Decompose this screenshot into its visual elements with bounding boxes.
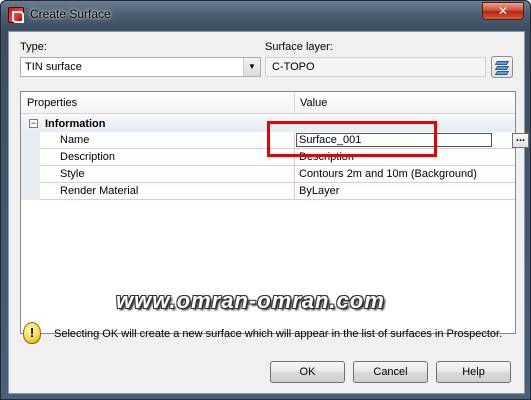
info-icon: ! [23, 322, 41, 344]
property-name: Style [60, 168, 85, 180]
window-title: Create Surface [30, 7, 111, 21]
ellipsis-button[interactable]: ... [512, 133, 529, 148]
property-row-style[interactable]: Style Contours 2m and 10m (Background) [40, 166, 515, 183]
layers-icon [494, 61, 510, 65]
info-message: Selecting OK will create a new surface w… [54, 328, 503, 340]
watermark: www.omran-omran.com [116, 288, 385, 313]
help-button[interactable]: Help [436, 361, 511, 383]
column-separator[interactable] [294, 92, 295, 114]
property-row-render-material[interactable]: Render Material ByLayer [40, 183, 515, 200]
property-value[interactable]: Contours 2m and 10m (Background) [299, 168, 477, 180]
value-column-header[interactable]: Value [300, 97, 327, 109]
cancel-button[interactable]: Cancel [353, 361, 428, 383]
layers-icon-mid [494, 66, 510, 70]
value-separator [294, 183, 295, 200]
surface-layer-label: Surface layer: [265, 41, 333, 53]
layers-icon-bottom [494, 71, 510, 75]
app-icon [8, 7, 24, 23]
annotation-highlight-box [267, 121, 437, 157]
type-dropdown[interactable]: TIN surface ▼ [20, 57, 261, 77]
ok-button[interactable]: OK [270, 361, 345, 383]
type-label: Type: [20, 41, 47, 53]
close-button[interactable]: ✕ [482, 2, 524, 20]
dialog-client: Type: TIN surface ▼ Surface layer: C-TOP… [8, 31, 529, 394]
collapse-icon[interactable]: − [29, 119, 38, 128]
dialog-window: Create Surface ✕ Type: TIN surface ▼ Sur… [0, 0, 531, 400]
chevron-down-icon[interactable]: ▼ [243, 58, 260, 76]
value-separator [294, 166, 295, 183]
property-value[interactable]: ByLayer [299, 185, 339, 197]
grid-header: Properties Value [21, 92, 515, 114]
surface-layer-value: C-TOPO [272, 61, 315, 73]
properties-column-header[interactable]: Properties [27, 97, 77, 109]
title-bar[interactable]: Create Surface ✕ [1, 1, 530, 29]
property-name: Name [60, 134, 90, 146]
row-indent-strip [21, 132, 40, 200]
property-name: Description [60, 151, 116, 163]
property-name: Render Material [60, 185, 139, 197]
layer-select-button[interactable] [491, 56, 513, 78]
category-label: Information [45, 118, 106, 130]
type-dropdown-value: TIN surface [25, 61, 82, 73]
surface-layer-field: C-TOPO [265, 57, 486, 77]
